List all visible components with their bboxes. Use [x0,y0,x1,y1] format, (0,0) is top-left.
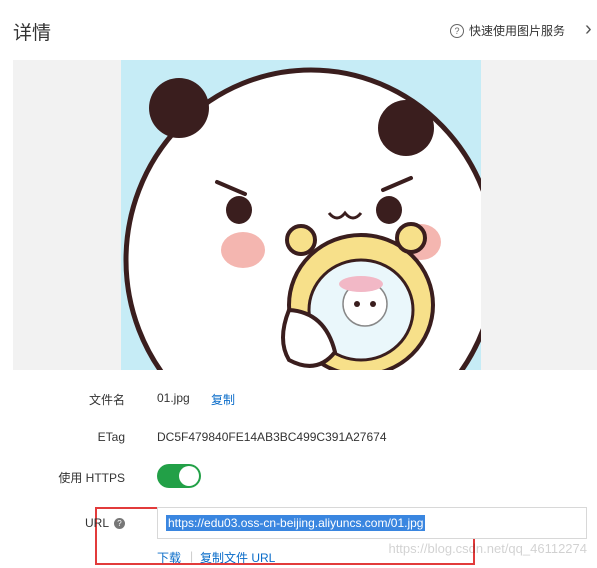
panda-illustration [123,67,481,370]
etag-label: ETag [97,430,125,444]
quick-image-service-link[interactable]: ? 快速使用图片服务 [450,22,565,39]
quick-image-service-label: 快速使用图片服务 [469,24,566,38]
etag-value: DC5F479840FE14AB3BC499C391A27674 [157,430,387,444]
filename-label: 文件名 [88,393,125,407]
watermark-text: https://blog.csdn.net/qq_46112274 [388,541,587,556]
chevron-right-icon[interactable]: › [585,18,592,41]
url-help-icon[interactable]: ? [114,518,125,529]
link-separator: | [190,549,194,563]
download-link[interactable]: 下载 [157,549,181,566]
https-toggle[interactable] [157,464,201,488]
copy-url-link[interactable]: 复制文件 URL [200,549,275,566]
question-circle-icon: ? [450,23,464,38]
image-preview-area [13,60,597,370]
image-preview [121,60,481,370]
copy-filename-link[interactable]: 复制 [211,391,235,408]
url-label: URL? [5,516,125,530]
url-field[interactable]: https://edu03.oss-cn-beijing.aliyuncs.co… [157,507,587,539]
url-value: https://edu03.oss-cn-beijing.aliyuncs.co… [166,515,426,531]
toggle-knob [179,466,199,486]
url-label-text: URL [84,516,109,530]
panel-header: 详情 ? 快速使用图片服务 › [0,0,597,60]
panel-title: 详情 [13,23,52,44]
https-label: 使用 HTTPS [58,471,125,485]
filename-value: 01.jpg [157,391,190,405]
